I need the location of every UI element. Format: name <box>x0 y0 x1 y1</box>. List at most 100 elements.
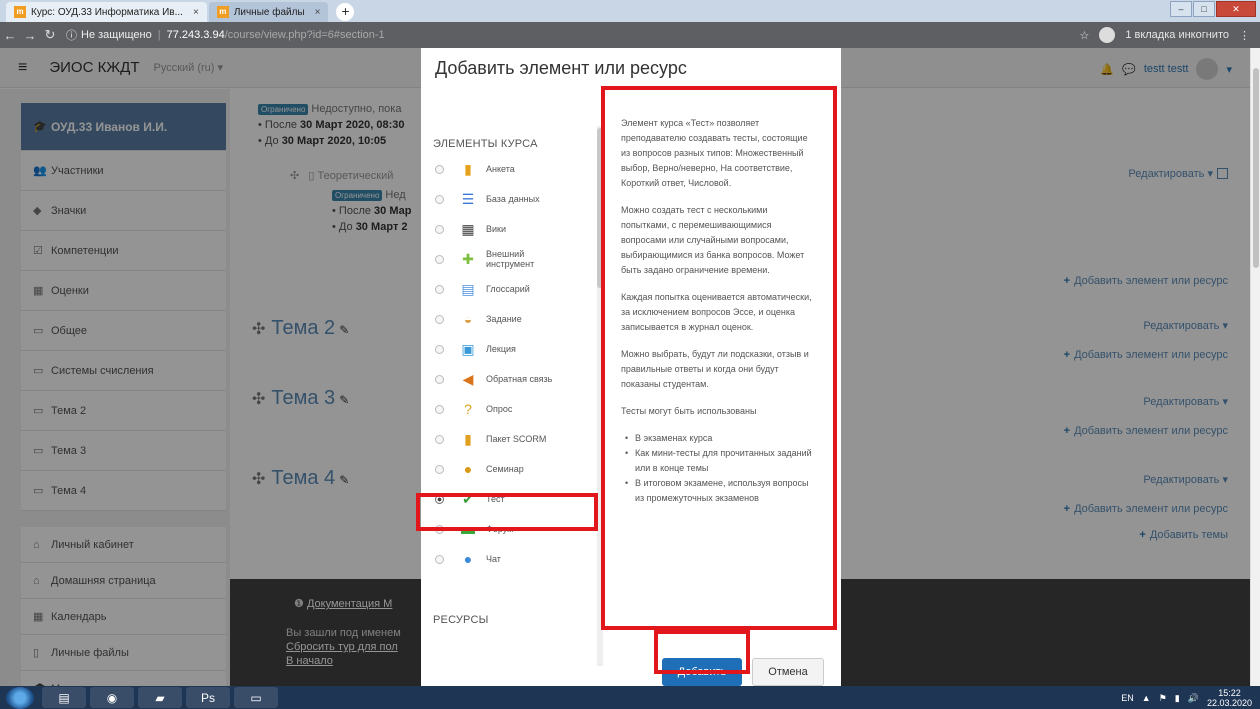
radio-button[interactable] <box>435 254 444 264</box>
dialog-title: Добавить элемент или ресурс <box>435 58 687 78</box>
highlight-add-button-box <box>654 630 750 674</box>
radio-button[interactable] <box>435 464 444 474</box>
reload-icon[interactable]: ↻ <box>40 27 60 43</box>
module-option-workshop[interactable]: ● Семинар <box>425 454 601 484</box>
screen: m Курс: ОУД.33 Информатика Ив... × m Лич… <box>0 0 1260 709</box>
chat-icon: ● <box>463 551 473 567</box>
chrome-taskbar-icon[interactable]: ◉ <box>90 687 134 708</box>
close-tab-icon[interactable]: × <box>193 7 199 18</box>
radio-button[interactable] <box>435 344 444 354</box>
module-option-choice[interactable]: ? Опрос <box>425 394 601 424</box>
module-label: Задание <box>486 314 522 324</box>
incognito-label[interactable]: 1 вкладка инкогнито <box>1125 29 1229 41</box>
module-label: Обратная связь <box>486 374 553 384</box>
glossary-icon: ▤ <box>461 280 475 297</box>
radio-button[interactable] <box>435 314 444 324</box>
assignment-icon: ◒ <box>463 311 473 327</box>
wiki-icon: ▦ <box>461 220 475 237</box>
module-option-scorm[interactable]: ▮ Пакет SCORM <box>425 424 601 454</box>
network-icon[interactable]: ▮ <box>1175 693 1180 704</box>
clock[interactable]: 15:22 22.03.2020 <box>1207 688 1252 708</box>
os-taskbar: ▤ ◉ ▰ Ps ▭ EN ▲ ⚑ ▮ 🔊 15:22 22.03.2020 <box>0 686 1260 709</box>
activities-heading: ЭЛЕМЕНТЫ КУРСА <box>433 138 538 150</box>
browser-tab-course[interactable]: m Курс: ОУД.33 Информатика Ив... × <box>6 2 207 22</box>
radio-button[interactable] <box>435 404 444 414</box>
radio-button[interactable] <box>435 554 444 564</box>
radio-button[interactable] <box>435 284 444 294</box>
module-label: Опрос <box>486 404 513 414</box>
volume-icon[interactable]: 🔊 <box>1188 693 1199 704</box>
app-taskbar-icon[interactable]: ▰ <box>138 687 182 708</box>
system-tray: EN ▲ ⚑ ▮ 🔊 15:22 22.03.2020 <box>1121 688 1252 708</box>
lesson-icon: ▣ <box>461 340 475 357</box>
flag-icon[interactable]: ⚑ <box>1159 693 1167 704</box>
incognito-icon <box>1099 27 1116 43</box>
browser-tab-files[interactable]: m Личные файлы × <box>208 2 329 22</box>
module-option-wiki[interactable]: ▦ Вики <box>425 214 601 244</box>
clock-date: 22.03.2020 <box>1206 698 1252 708</box>
tab-label: Личные файлы <box>233 6 305 18</box>
module-option-assignment[interactable]: ◒ Задание <box>425 304 601 334</box>
tray-arrow-icon[interactable]: ▲ <box>1142 693 1151 703</box>
addressbar-right: ☆ 1 вкладка инкогнито ⋮ <box>1079 27 1250 43</box>
module-label: Семинар <box>486 464 524 474</box>
maximize-button[interactable]: □ <box>1193 1 1215 17</box>
survey-chart-icon: ▮ <box>464 160 472 177</box>
info-icon[interactable]: ⓘ <box>66 27 77 43</box>
module-label: Пакет SCORM <box>486 434 547 444</box>
radio-button[interactable] <box>435 164 444 174</box>
scorm-icon: ▮ <box>464 430 472 447</box>
back-arrow-icon[interactable]: ← <box>0 28 20 43</box>
highlight-description-box <box>601 86 837 630</box>
page-scrollbar[interactable] <box>1250 48 1260 686</box>
radio-button[interactable] <box>435 374 444 384</box>
module-option-lti[interactable]: ✚ Внешний инструмент <box>425 244 601 274</box>
window-taskbar-icon[interactable]: ▭ <box>234 687 278 708</box>
forward-arrow-icon[interactable]: → <box>20 28 40 43</box>
moodle-favicon-icon: m <box>14 6 26 18</box>
module-option-survey[interactable]: ▮ Анкета <box>425 154 601 184</box>
radio-button[interactable] <box>435 224 444 234</box>
new-tab-button[interactable]: + <box>336 3 355 21</box>
tab-label: Курс: ОУД.33 Информатика Ив... <box>31 6 183 18</box>
photoshop-taskbar-icon[interactable]: Ps <box>186 687 230 708</box>
url-path: /course/view.php?id=6#section-1 <box>224 29 385 41</box>
highlight-quiz-option-box <box>416 493 598 531</box>
url-host: 77.243.3.94 <box>166 29 225 41</box>
close-tab-icon[interactable]: × <box>315 7 321 18</box>
moodle-favicon-icon: m <box>216 6 229 18</box>
browser-menu-icon[interactable]: ⋮ <box>1239 29 1250 42</box>
resources-heading: РЕСУРСЫ <box>433 614 489 626</box>
module-label: Глоссарий <box>486 284 530 294</box>
bookmark-star-icon[interactable]: ☆ <box>1079 29 1089 42</box>
module-label: Чат <box>486 554 501 564</box>
module-option-database[interactable]: ☰ База данных <box>425 184 601 214</box>
module-option-feedback[interactable]: ◀ Обратная связь <box>425 364 601 394</box>
module-label: Внешний инструмент <box>486 249 535 269</box>
insecure-label: Не защищено <box>81 29 152 41</box>
window-controls: – □ ✕ <box>1169 1 1256 17</box>
minimize-button[interactable]: – <box>1170 1 1192 17</box>
clock-time: 15:22 <box>1218 688 1241 698</box>
browser-addressbar: ← → ↻ ⓘ Не защищено | 77.243.3.94 /cours… <box>0 22 1260 48</box>
browser-tabbar: m Курс: ОУД.33 Информатика Ив... × m Лич… <box>0 0 1260 22</box>
module-option-chat[interactable]: ● Чат <box>425 544 601 574</box>
keyboard-language[interactable]: EN <box>1121 693 1134 703</box>
scrollbar-thumb[interactable] <box>1253 68 1259 268</box>
module-option-lesson[interactable]: ▣ Лекция <box>425 334 601 364</box>
radio-button[interactable] <box>435 194 444 204</box>
url-separator: | <box>157 29 161 41</box>
cancel-button[interactable]: Отмена <box>752 658 824 686</box>
url-field[interactable]: ⓘ Не защищено | 77.243.3.94 /course/view… <box>66 27 385 43</box>
puzzle-icon: ✚ <box>462 250 474 267</box>
radio-button[interactable] <box>435 434 444 444</box>
question-icon: ? <box>464 401 472 417</box>
module-option-glossary[interactable]: ▤ Глоссарий <box>425 274 601 304</box>
module-label: Анкета <box>486 164 515 174</box>
close-window-button[interactable]: ✕ <box>1216 1 1256 17</box>
start-button-icon[interactable] <box>6 686 34 709</box>
feedback-icon: ◀ <box>462 370 474 387</box>
explorer-taskbar-icon[interactable]: ▤ <box>42 687 86 708</box>
workshop-icon: ● <box>463 461 473 477</box>
module-label: Вики <box>486 224 506 234</box>
